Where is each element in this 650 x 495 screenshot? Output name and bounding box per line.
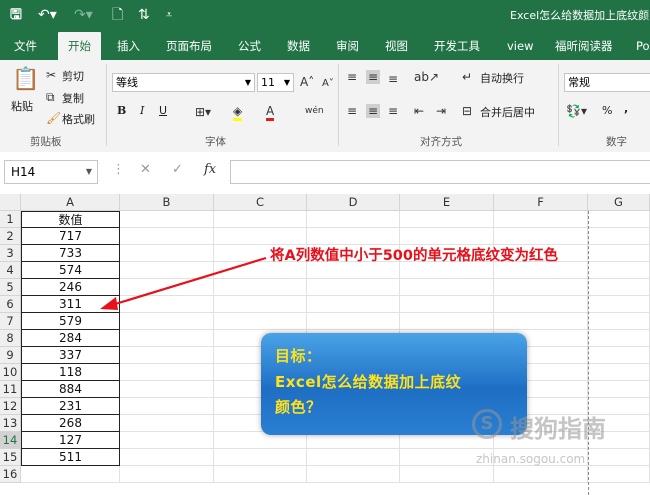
- callout-line: Excel怎么给数据加上底纹: [275, 373, 462, 391]
- watermark-brand: 搜狗指南: [510, 415, 606, 443]
- callout-title: 目标：: [275, 347, 322, 365]
- watermark-logo: S: [472, 409, 502, 439]
- watermark-logo-letter: S: [480, 413, 494, 434]
- callout-line: 颜色？: [275, 398, 322, 416]
- watermark-url: zhinan.sogou.com: [476, 452, 586, 466]
